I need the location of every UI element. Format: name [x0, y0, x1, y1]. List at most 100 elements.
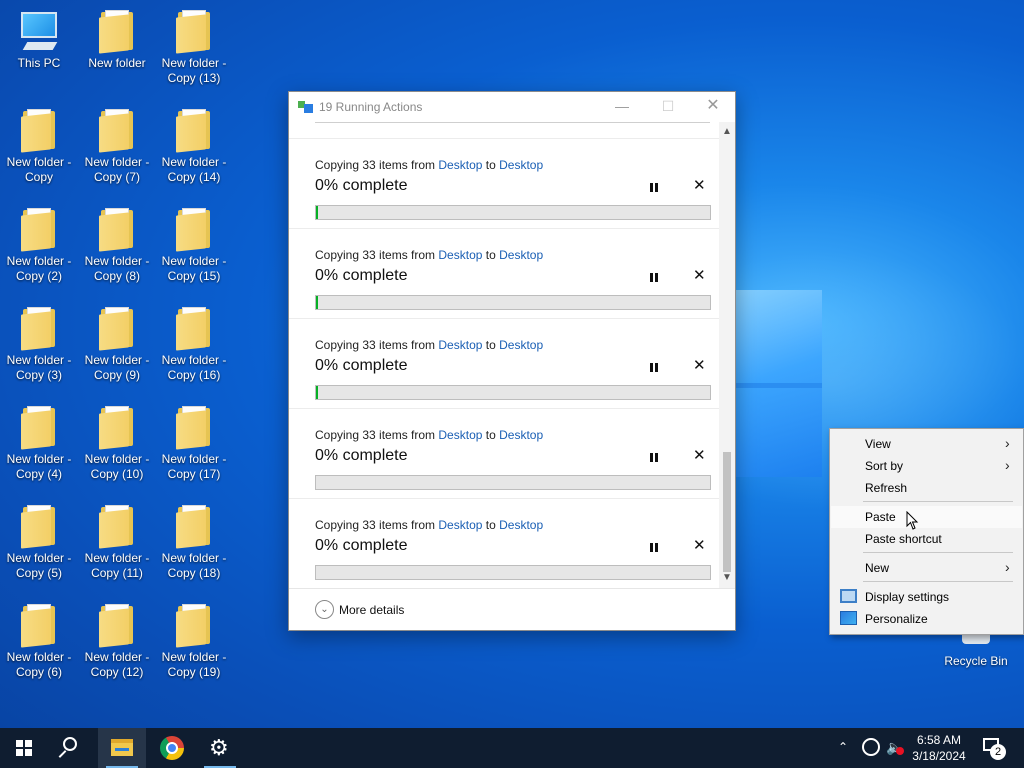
maximize-button[interactable]: ☐ — [645, 92, 691, 122]
destination-link[interactable]: Desktop — [499, 158, 543, 172]
source-link[interactable]: Desktop — [438, 428, 482, 442]
desktop-icon-label: New folder - Copy (6) — [6, 650, 72, 679]
chrome-icon — [160, 736, 184, 760]
source-link[interactable]: Desktop — [438, 248, 482, 262]
desktop-icon-folder[interactable]: New folder - Copy (19) — [156, 604, 232, 680]
scroll-up-arrow-icon[interactable]: ▲ — [719, 124, 735, 140]
percent-complete: 0% complete — [315, 357, 408, 374]
pause-icon[interactable] — [647, 541, 661, 555]
menu-item-view[interactable]: View › — [831, 433, 1022, 455]
desktop-icon-folder[interactable]: New folder - Copy (16) — [156, 307, 232, 383]
desktop-icon-folder[interactable]: New folder — [79, 10, 155, 71]
menu-separator — [863, 581, 1013, 582]
folder-icon — [21, 406, 57, 450]
window-titlebar[interactable]: 19 Running Actions — ☐ ✕ — [289, 92, 735, 122]
menu-item-label: Personalize — [865, 612, 928, 626]
desktop-icon-folder[interactable]: New folder - Copy (6) — [1, 604, 77, 680]
desktop-icon-folder[interactable]: New folder - Copy (4) — [1, 406, 77, 482]
source-link[interactable]: Desktop — [438, 158, 482, 172]
desktop-icon-folder[interactable]: New folder - Copy (14) — [156, 109, 232, 185]
pause-icon[interactable] — [647, 271, 661, 285]
minimize-button[interactable]: — — [599, 92, 645, 122]
progress-bar — [315, 385, 711, 400]
clock-date: 3/18/2024 — [912, 749, 966, 763]
desktop-icon-folder[interactable]: New folder - Copy (17) — [156, 406, 232, 482]
show-hidden-icons-chevron-icon[interactable]: ⌃ — [838, 740, 848, 768]
action-center-button[interactable]: 2 — [980, 736, 1006, 760]
menu-item-sort-by[interactable]: Sort by › — [831, 455, 1022, 477]
taskbar-clock[interactable]: 6:58 AM 3/18/2024 — [906, 732, 972, 764]
menu-item-paste-shortcut[interactable]: Paste shortcut — [831, 528, 1022, 550]
taskbar-file-explorer[interactable] — [98, 728, 146, 768]
gear-icon: ⚙ — [209, 735, 229, 760]
menu-item-new[interactable]: New › — [831, 557, 1022, 579]
desktop-icon-folder[interactable]: New folder - Copy (2) — [1, 208, 77, 284]
submenu-arrow-icon: › — [1005, 435, 1010, 451]
destination-link[interactable]: Desktop — [499, 338, 543, 352]
windows-logo-icon — [16, 740, 32, 756]
folder-icon — [176, 406, 212, 450]
desktop-icon-folder[interactable]: New folder - Copy (10) — [79, 406, 155, 482]
pause-icon[interactable] — [647, 181, 661, 195]
desktop-icon-folder[interactable]: New folder - Copy (15) — [156, 208, 232, 284]
desktop-icon-this-pc[interactable]: This PC — [1, 10, 77, 71]
menu-item-personalize[interactable]: Personalize — [831, 608, 1022, 630]
menu-item-paste[interactable]: Paste — [831, 506, 1022, 528]
operation-description: Copying 33 items from Desktop to Desktop — [315, 248, 543, 262]
desktop-icon-label: New folder - Copy — [6, 155, 72, 184]
cancel-operation-icon[interactable]: ✕ — [693, 266, 706, 284]
desktop-icon-label: New folder - Copy (11) — [84, 551, 150, 580]
desktop-icon-label: New folder - Copy (19) — [161, 650, 227, 679]
operation-description: Copying 33 items from Desktop to Desktop — [315, 518, 543, 532]
personalize-icon — [840, 611, 857, 625]
pause-icon[interactable] — [647, 451, 661, 465]
desktop-icon-label: This PC — [17, 56, 61, 70]
cancel-operation-icon[interactable]: ✕ — [693, 536, 706, 554]
start-button[interactable] — [0, 728, 48, 768]
desktop-icon-folder[interactable]: New folder - Copy (13) — [156, 10, 232, 86]
desktop-icon-folder[interactable]: New folder - Copy (11) — [79, 505, 155, 581]
expand-chevron-icon[interactable]: ⌄ — [315, 600, 334, 619]
destination-link[interactable]: Desktop — [499, 428, 543, 442]
source-link[interactable]: Desktop — [438, 518, 482, 532]
desktop-icon-folder[interactable]: New folder - Copy (18) — [156, 505, 232, 581]
network-globe-icon[interactable] — [862, 738, 880, 756]
desktop-icon-folder[interactable]: New folder - Copy (12) — [79, 604, 155, 680]
destination-link[interactable]: Desktop — [499, 518, 543, 532]
close-button[interactable]: ✕ — [690, 92, 736, 122]
volume-muted-icon[interactable]: 🔈 — [886, 739, 904, 768]
folder-icon — [21, 109, 57, 153]
operations-scrollbar[interactable]: ▲ ▼ — [719, 122, 735, 588]
taskbar-settings[interactable]: ⚙ — [196, 728, 244, 768]
desktop-icon-folder[interactable]: New folder - Copy (8) — [79, 208, 155, 284]
desktop-icon-recycle-bin[interactable]: Recycle Bin — [938, 632, 1014, 668]
cancel-operation-icon[interactable]: ✕ — [693, 446, 706, 464]
cancel-operation-icon[interactable]: ✕ — [693, 356, 706, 374]
cancel-operation-icon[interactable]: ✕ — [693, 176, 706, 194]
desktop-icon-folder[interactable]: New folder - Copy (3) — [1, 307, 77, 383]
desktop-icon-label: New folder - Copy (7) — [84, 155, 150, 184]
operation-description: Copying 33 items from Desktop to Desktop — [315, 158, 543, 172]
desktop-icon-folder[interactable]: New folder - Copy (5) — [1, 505, 77, 581]
folder-icon — [21, 307, 57, 351]
desktop-icon-folder[interactable]: New folder - Copy — [1, 109, 77, 185]
menu-item-label: Paste — [865, 510, 896, 524]
operation-mid: to — [482, 428, 500, 442]
desktop-icon-folder[interactable]: New folder - Copy (7) — [79, 109, 155, 185]
progress-bar-fill — [316, 296, 318, 309]
destination-link[interactable]: Desktop — [499, 248, 543, 262]
source-link[interactable]: Desktop — [438, 338, 482, 352]
desktop-context-menu: View › Sort by › Refresh Paste Paste shortcut N… — [829, 428, 1024, 635]
taskbar-chrome[interactable] — [148, 728, 196, 768]
copy-operation: Copying 33 items from Desktop to Desktop… — [289, 498, 719, 588]
more-details-link[interactable]: More details — [339, 603, 404, 617]
pause-icon[interactable] — [647, 361, 661, 375]
menu-item-display-settings[interactable]: Display settings — [831, 586, 1022, 608]
scroll-thumb[interactable] — [723, 452, 731, 572]
desktop-icon-folder[interactable]: New folder - Copy (9) — [79, 307, 155, 383]
scroll-down-arrow-icon[interactable]: ▼ — [719, 570, 735, 586]
search-button[interactable] — [48, 728, 96, 768]
display-icon — [840, 589, 857, 603]
menu-item-refresh[interactable]: Refresh — [831, 477, 1022, 499]
percent-complete: 0% complete — [315, 267, 408, 284]
